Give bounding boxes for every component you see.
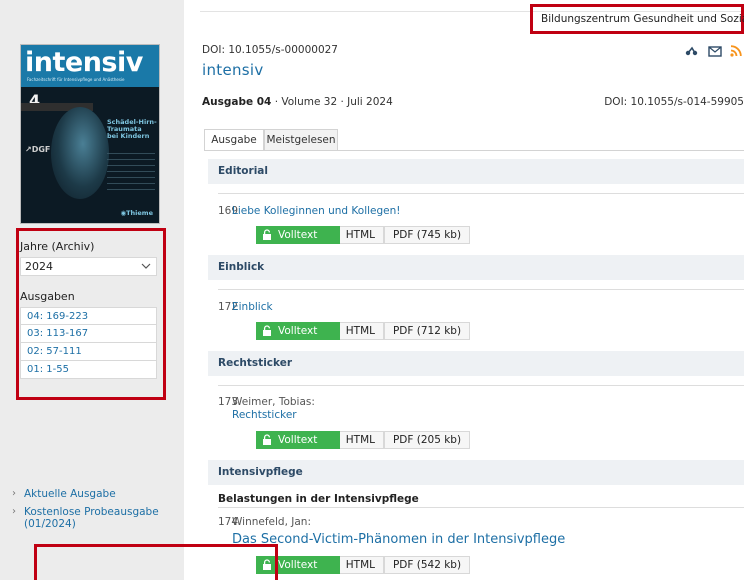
archive-highlight bbox=[16, 228, 166, 400]
html-button[interactable]: HTML bbox=[340, 322, 384, 340]
pdf-button[interactable]: PDF (712 kb) bbox=[384, 322, 470, 340]
issue-doi: DOI: 10.1055/s-014-59905 bbox=[604, 96, 744, 108]
article-buttons: Volltext HTML PDF (205 kb) bbox=[256, 431, 470, 449]
article-author: Winnefeld, Jan: bbox=[232, 516, 311, 528]
issue-toc: Editorial 169 Liebe Kolleginnen und Koll… bbox=[204, 150, 744, 580]
section-subheading: Belastungen in der Intensivpflege bbox=[218, 493, 419, 505]
tab-meistgelesen[interactable]: Meistgelesen bbox=[264, 129, 338, 151]
current-issue-link[interactable]: › Aktuelle Ausgabe bbox=[12, 488, 116, 500]
mail-icon[interactable] bbox=[707, 45, 722, 57]
article-buttons: Volltext HTML PDF (542 kb) bbox=[256, 556, 470, 574]
divider bbox=[218, 289, 744, 290]
pdf-button[interactable]: PDF (205 kb) bbox=[384, 431, 470, 449]
article-title[interactable]: Einblick bbox=[232, 301, 273, 313]
journal-title[interactable]: intensiv bbox=[202, 61, 264, 79]
cover-header: intensiv Fachzeitschrift für Intensivpfl… bbox=[21, 45, 159, 87]
share-icon[interactable] bbox=[685, 45, 699, 57]
cover-dgf-logo: ↗DGF bbox=[25, 145, 51, 154]
cover-image bbox=[51, 107, 109, 199]
issue-info: Ausgabe 04 · Volume 32 · Juli 2024 bbox=[202, 96, 393, 108]
cover-teaser: Schädel-Hirn- Traumata bei Kindern bbox=[107, 118, 157, 140]
lock-icon bbox=[263, 229, 271, 240]
divider bbox=[218, 385, 744, 386]
cover-subtitle: Fachzeitschrift für Intensivpflege und A… bbox=[27, 77, 125, 82]
main-content: DOI: 10.1055/s-00000027 intensiv Ausgabe… bbox=[202, 0, 744, 580]
article-buttons: Volltext HTML PDF (745 kb) bbox=[256, 226, 470, 244]
arrow-right-icon: › bbox=[12, 488, 16, 499]
pdf-button[interactable]: PDF (542 kb) bbox=[384, 556, 470, 574]
cover-small-print bbox=[107, 153, 155, 193]
journal-doi: DOI: 10.1055/s-00000027 bbox=[202, 44, 338, 56]
section-header: Intensivpflege bbox=[208, 460, 744, 485]
lock-icon bbox=[263, 325, 271, 336]
journal-cover[interactable]: intensiv Fachzeitschrift für Intensivpfl… bbox=[20, 44, 160, 224]
article-buttons-highlight bbox=[34, 544, 278, 580]
html-button[interactable]: HTML bbox=[340, 226, 384, 244]
html-button[interactable]: HTML bbox=[340, 556, 384, 574]
free-sample-link[interactable]: › Kostenlose Probeausgabe (01/2024) bbox=[12, 506, 159, 530]
article-title[interactable]: Das Second-Victim-Phänomen in der Intens… bbox=[232, 532, 565, 547]
divider bbox=[218, 507, 744, 508]
lock-icon bbox=[263, 434, 271, 445]
rss-icon[interactable] bbox=[730, 45, 742, 57]
pdf-button[interactable]: PDF (745 kb) bbox=[384, 226, 470, 244]
section-header: Editorial bbox=[208, 159, 744, 184]
volltext-button[interactable]: Volltext bbox=[256, 431, 349, 449]
cover-title: intensiv bbox=[25, 47, 143, 78]
divider bbox=[218, 193, 744, 194]
journal-actions bbox=[680, 44, 742, 58]
tab-ausgabe[interactable]: Ausgabe bbox=[204, 129, 264, 151]
cover-thieme-logo: ◉Thieme bbox=[120, 209, 153, 217]
html-button[interactable]: HTML bbox=[340, 431, 384, 449]
arrow-right-icon: › bbox=[12, 506, 16, 517]
volltext-button[interactable]: Volltext bbox=[256, 322, 349, 340]
article-buttons: Volltext HTML PDF (712 kb) bbox=[256, 322, 470, 340]
section-header: Einblick bbox=[208, 255, 744, 280]
section-header: Rechtsticker bbox=[208, 351, 744, 376]
article-author: Weimer, Tobias: bbox=[232, 396, 315, 408]
article-title[interactable]: Liebe Kolleginnen und Kollegen! bbox=[232, 205, 401, 217]
volltext-button[interactable]: Volltext bbox=[256, 226, 349, 244]
article-title[interactable]: Rechtsticker bbox=[232, 409, 297, 421]
